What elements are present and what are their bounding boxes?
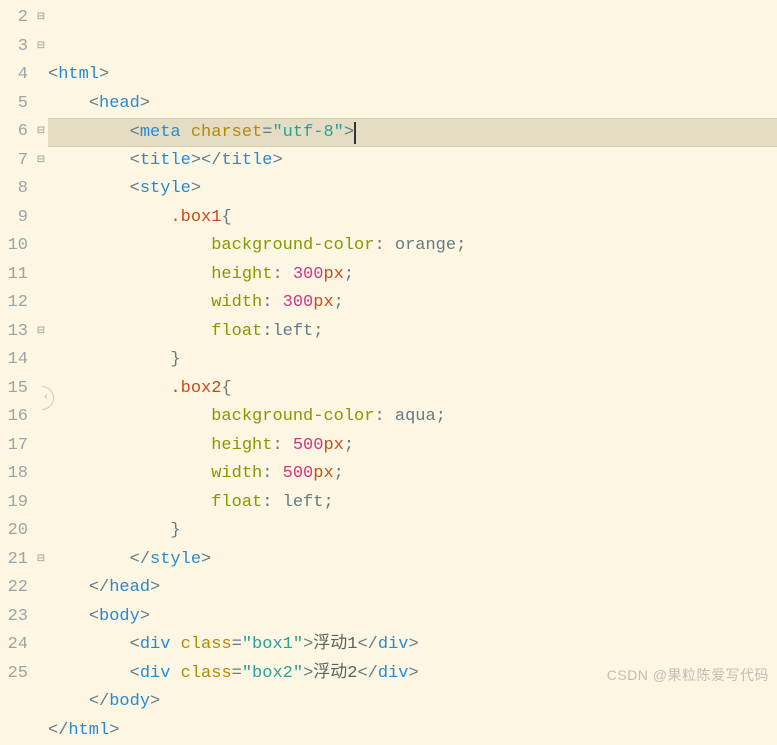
- line-number: 2: [0, 4, 28, 33]
- code-line[interactable]: <meta charset="utf-8">: [48, 118, 777, 147]
- line-number: 6: [0, 118, 28, 147]
- watermark-text: CSDN @果粒陈爱写代码: [607, 665, 769, 685]
- line-number-gutter: 2345678910111213141516171819202122232425: [0, 0, 34, 691]
- code-line[interactable]: height: 300px;: [48, 261, 777, 290]
- fold-toggle-icon[interactable]: ⊟: [34, 118, 48, 147]
- code-line[interactable]: width: 500px;: [48, 460, 777, 489]
- line-number: 16: [0, 403, 28, 432]
- line-number: 8: [0, 175, 28, 204]
- line-number: 7: [0, 147, 28, 176]
- code-line[interactable]: <head>: [48, 90, 777, 119]
- code-line[interactable]: background-color: aqua;: [48, 403, 777, 432]
- code-line[interactable]: }: [48, 346, 777, 375]
- text-caret: [354, 122, 356, 144]
- line-number: 25: [0, 660, 28, 689]
- code-line[interactable]: .box1{: [48, 204, 777, 233]
- line-number: 10: [0, 232, 28, 261]
- line-number: 19: [0, 489, 28, 518]
- line-number: 20: [0, 517, 28, 546]
- line-number: 13: [0, 318, 28, 347]
- code-line[interactable]: </style>: [48, 546, 777, 575]
- code-line[interactable]: float: left;: [48, 489, 777, 518]
- line-number: 23: [0, 603, 28, 632]
- line-number: 4: [0, 61, 28, 90]
- line-number: 3: [0, 33, 28, 62]
- line-number: 17: [0, 432, 28, 461]
- code-line[interactable]: </html>: [48, 717, 777, 745]
- code-line[interactable]: width: 300px;: [48, 289, 777, 318]
- code-line[interactable]: <body>: [48, 603, 777, 632]
- line-number: 14: [0, 346, 28, 375]
- code-line[interactable]: </body>: [48, 688, 777, 717]
- code-line[interactable]: <title></title>: [48, 147, 777, 176]
- code-line[interactable]: height: 500px;: [48, 432, 777, 461]
- code-line[interactable]: </head>: [48, 574, 777, 603]
- code-line[interactable]: background-color: orange;: [48, 232, 777, 261]
- line-number: 24: [0, 631, 28, 660]
- fold-toggle-icon[interactable]: ⊟: [34, 147, 48, 176]
- code-line[interactable]: .box2{: [48, 375, 777, 404]
- line-number: 5: [0, 90, 28, 119]
- code-line[interactable]: <div class="box1">浮动1</div>: [48, 631, 777, 660]
- fold-gutter[interactable]: ⊟⊟⊟⊟⊟⊟: [34, 0, 48, 691]
- code-line[interactable]: float:left;: [48, 318, 777, 347]
- fold-toggle-icon[interactable]: ⊟: [34, 546, 48, 575]
- code-line[interactable]: }: [48, 517, 777, 546]
- line-number: 18: [0, 460, 28, 489]
- fold-toggle-icon[interactable]: ⊟: [34, 33, 48, 62]
- line-number: 11: [0, 261, 28, 290]
- line-number: 9: [0, 204, 28, 233]
- line-number: 15: [0, 375, 28, 404]
- code-line[interactable]: <style>: [48, 175, 777, 204]
- line-number: 21: [0, 546, 28, 575]
- line-number: 22: [0, 574, 28, 603]
- line-number: 12: [0, 289, 28, 318]
- fold-toggle-icon[interactable]: ⊟: [34, 4, 48, 33]
- code-area[interactable]: ‹ <html> <head> <meta charset="utf-8"> <…: [48, 0, 777, 691]
- code-editor[interactable]: 2345678910111213141516171819202122232425…: [0, 0, 777, 691]
- code-line[interactable]: <html>: [48, 61, 777, 90]
- fold-toggle-icon[interactable]: ⊟: [34, 318, 48, 347]
